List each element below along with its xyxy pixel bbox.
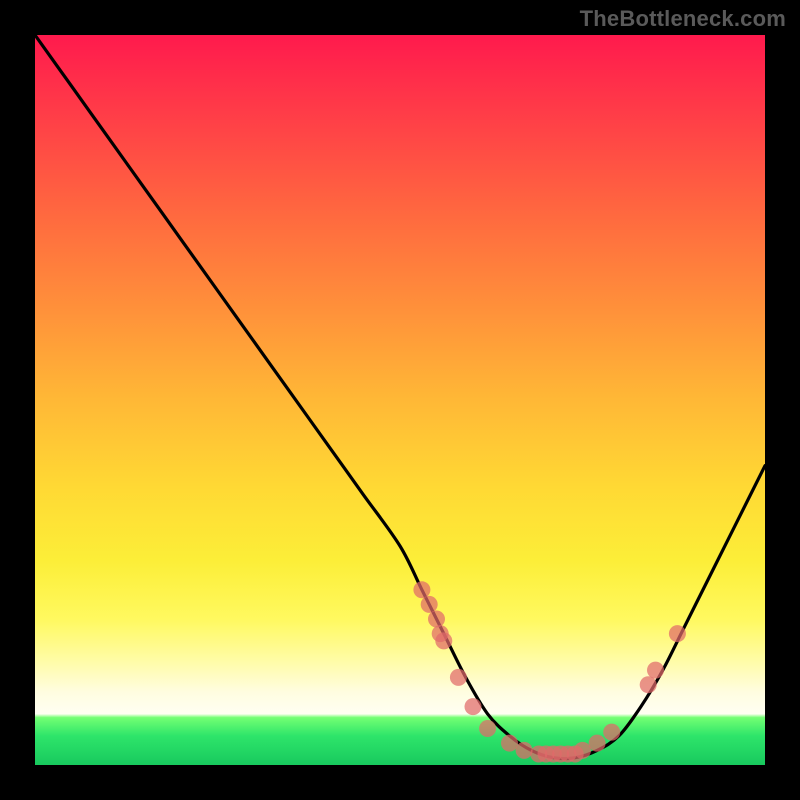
data-point: [465, 698, 482, 715]
curve-svg: [35, 35, 765, 765]
data-point: [669, 625, 686, 642]
data-point: [421, 596, 438, 613]
data-point: [428, 611, 445, 628]
data-point: [435, 632, 452, 649]
data-point: [603, 724, 620, 741]
data-point: [647, 662, 664, 679]
data-point: [640, 676, 657, 693]
bottleneck-curve: [35, 35, 765, 759]
watermark-text: TheBottleneck.com: [580, 6, 786, 32]
data-point: [589, 735, 606, 752]
plot-area: [35, 35, 765, 765]
data-points: [413, 581, 686, 762]
chart-frame: TheBottleneck.com: [0, 0, 800, 800]
data-point: [516, 742, 533, 759]
data-point: [479, 720, 496, 737]
data-point: [450, 669, 467, 686]
data-point: [574, 742, 591, 759]
data-point: [501, 735, 518, 752]
data-point: [413, 581, 430, 598]
